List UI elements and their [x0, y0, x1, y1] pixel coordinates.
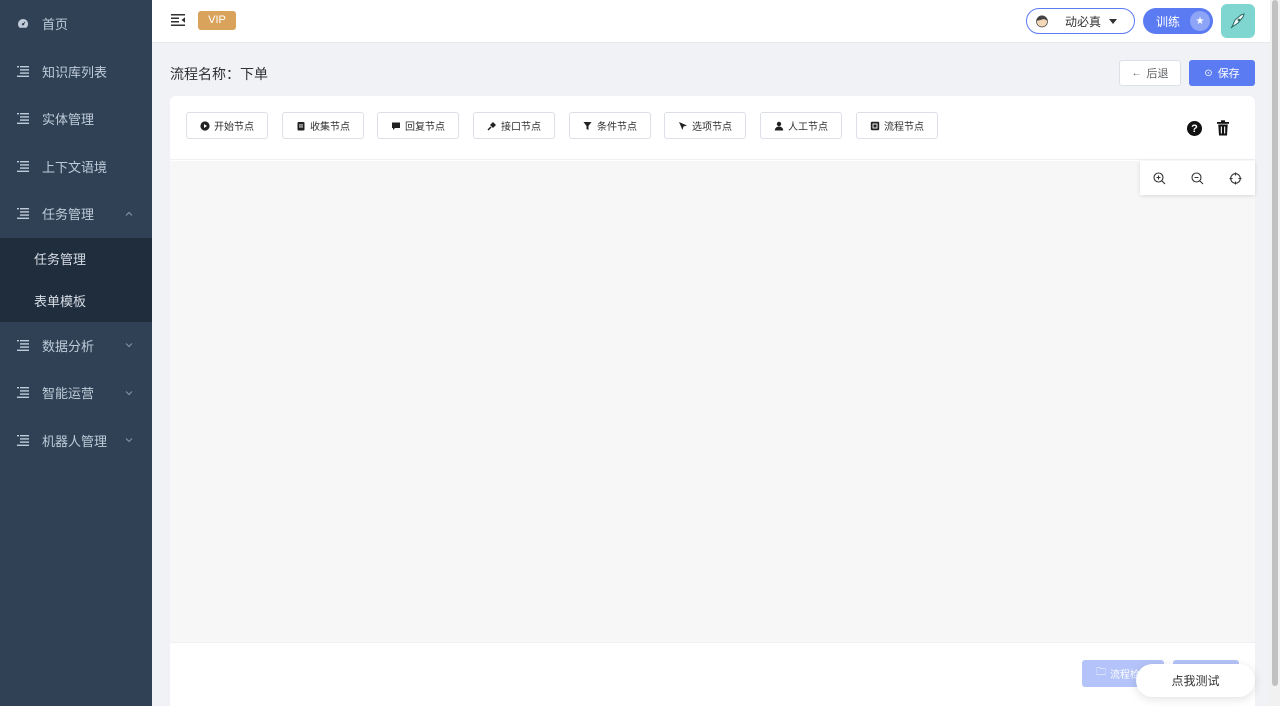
- list-icon: [17, 208, 29, 220]
- option-node-button[interactable]: 选项节点: [664, 112, 746, 139]
- chevron-down-icon: [125, 343, 133, 348]
- save-button[interactable]: ⊙ 保存: [1189, 60, 1255, 86]
- train-button[interactable]: 训练 ★: [1143, 8, 1213, 34]
- scrollbar-thumb[interactable]: [1272, 0, 1278, 686]
- sidebar-item-label: 数据分析: [42, 338, 95, 354]
- sidebar-item-label: 首页: [42, 17, 69, 33]
- sidebar-item-knowledge-base[interactable]: 知识库列表: [0, 48, 152, 96]
- list-icon: [17, 339, 29, 351]
- cursor-pointer-icon: [679, 121, 687, 130]
- node-label: 收集节点: [310, 122, 350, 133]
- plug-icon: [487, 121, 496, 131]
- zoom-in-icon[interactable]: [1153, 171, 1166, 185]
- sidebar-item-task-management[interactable]: 任务管理: [0, 190, 152, 238]
- filter-icon: [583, 121, 592, 130]
- chevron-down-icon: [125, 438, 133, 443]
- submenu-item-form-template[interactable]: 表单模板: [0, 280, 152, 322]
- bottom-action-bar: 🗀 流程检: [170, 642, 1255, 706]
- reply-node-button[interactable]: 回复节点: [377, 112, 459, 139]
- list-icon: [17, 434, 29, 446]
- node-toolbar: 开始节点 收集节点 回复节点 接口节点 条件节点 选项节点 人工节点 流程节点: [170, 96, 1255, 160]
- list-icon: [17, 65, 29, 77]
- node-label: 人工节点: [788, 122, 828, 133]
- sidebar-item-label: 实体管理: [42, 112, 95, 128]
- submenu-item-task-management[interactable]: 任务管理: [0, 238, 152, 280]
- train-label: 训练: [1156, 14, 1181, 29]
- flow-title: 流程名称：下单: [170, 66, 268, 82]
- zoom-out-icon[interactable]: [1191, 171, 1204, 185]
- chevron-down-icon: [125, 390, 133, 395]
- sidebar-item-label: 智能运营: [42, 386, 95, 402]
- sidebar-item-label: 任务管理: [42, 207, 95, 223]
- vip-badge: VIP: [198, 11, 236, 30]
- rocket-icon: [1230, 13, 1245, 29]
- submenu: 任务管理 表单模板: [0, 237, 152, 322]
- locate-center-icon[interactable]: [1229, 172, 1242, 185]
- node-label: 接口节点: [501, 122, 541, 133]
- comment-icon: [392, 122, 400, 130]
- sidebar-item-home[interactable]: 首页: [0, 0, 152, 48]
- chevron-up-icon: [125, 211, 133, 216]
- list-icon: [17, 160, 29, 172]
- start-node-button[interactable]: 开始节点: [186, 112, 268, 139]
- node-label: 选项节点: [692, 122, 732, 133]
- sidebar-item-smart-operation[interactable]: 智能运营: [0, 369, 152, 417]
- submenu-item-label: 表单模板: [34, 294, 87, 309]
- sidebar-item-label: 上下文语境: [42, 159, 108, 175]
- clipboard-icon: [297, 121, 305, 130]
- menu-fold-icon[interactable]: [171, 14, 185, 26]
- condition-node-button[interactable]: 条件节点: [569, 112, 651, 139]
- flow-canvas[interactable]: [170, 161, 1255, 642]
- node-label: 开始节点: [214, 122, 254, 133]
- play-circle-icon: [200, 120, 210, 131]
- avatar[interactable]: [1221, 4, 1255, 38]
- folder-icon: 🗀: [1096, 667, 1106, 678]
- sidebar-item-robot-management[interactable]: 机器人管理: [0, 417, 152, 465]
- sidebar-item-context[interactable]: 上下文语境: [0, 143, 152, 191]
- node-label: 回复节点: [405, 122, 445, 133]
- list-icon: [17, 113, 29, 125]
- sidebar: 首页 知识库列表 实体管理 上下文语境 任务管理 任务管理 表单模板 数据分析 …: [0, 0, 152, 706]
- user-dropdown[interactable]: 动必真: [1026, 8, 1135, 34]
- sidebar-item-data-analysis[interactable]: 数据分析: [0, 322, 152, 370]
- back-button[interactable]: ← 后退: [1119, 60, 1181, 86]
- dashboard-icon: [17, 18, 29, 30]
- manual-node-button[interactable]: 人工节点: [760, 112, 842, 139]
- check-circle-icon: ⊙: [1204, 67, 1213, 79]
- sidebar-item-label: 知识库列表: [42, 64, 108, 80]
- arrow-left-icon: ←: [1131, 67, 1142, 79]
- zoom-controls: [1140, 161, 1255, 195]
- top-header: VIP 动必真 训练 ★: [152, 0, 1270, 43]
- list-icon: [17, 387, 29, 399]
- api-node-button[interactable]: 接口节点: [473, 112, 555, 139]
- caret-down-icon: [1109, 18, 1118, 24]
- submenu-item-label: 任务管理: [34, 252, 87, 267]
- node-label: 流程节点: [884, 122, 924, 133]
- trash-icon[interactable]: [1216, 120, 1230, 136]
- user-avatar-icon: [1036, 15, 1048, 28]
- flow-editor-panel: 开始节点 收集节点 回复节点 接口节点 条件节点 选项节点 人工节点 流程节点: [170, 96, 1255, 706]
- star-icon: ★: [1190, 11, 1210, 31]
- test-me-button[interactable]: 点我测试: [1136, 664, 1255, 697]
- help-icon[interactable]: ?: [1187, 121, 1202, 136]
- back-label: 后退: [1146, 68, 1169, 80]
- flow-node-button[interactable]: 流程节点: [856, 112, 938, 139]
- page-scrollbar[interactable]: [1270, 0, 1280, 706]
- collect-node-button[interactable]: 收集节点: [282, 112, 364, 139]
- save-label: 保存: [1217, 68, 1240, 80]
- user-name: 动必真: [1065, 14, 1102, 29]
- sidebar-item-label: 机器人管理: [42, 433, 108, 449]
- user-icon: [774, 121, 784, 130]
- node-label: 条件节点: [597, 122, 637, 133]
- sidebar-item-entity[interactable]: 实体管理: [0, 95, 152, 143]
- flow-box-icon: [870, 121, 880, 130]
